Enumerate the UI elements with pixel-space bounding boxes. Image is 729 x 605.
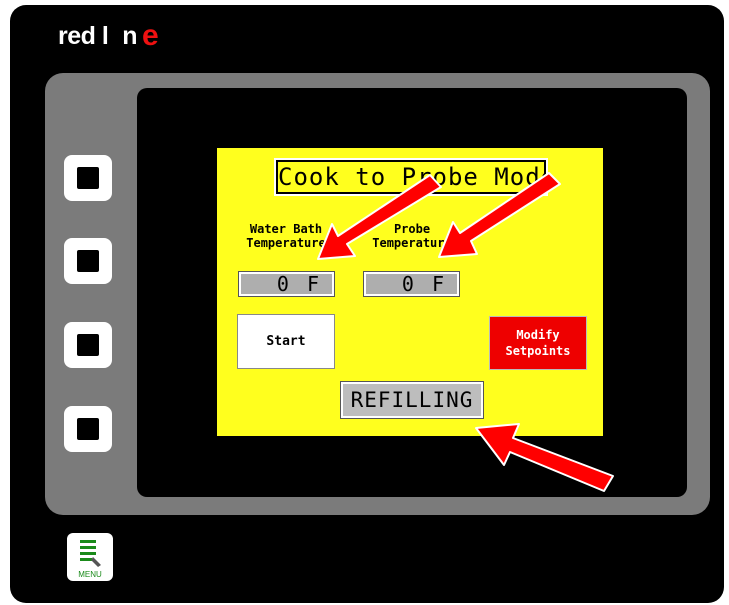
- annotation-arrow-status: [475, 423, 614, 492]
- annotation-arrow-probe: [438, 172, 561, 258]
- annotation-arrow-water-bath: [317, 174, 442, 260]
- annotation-arrows: [317, 172, 614, 492]
